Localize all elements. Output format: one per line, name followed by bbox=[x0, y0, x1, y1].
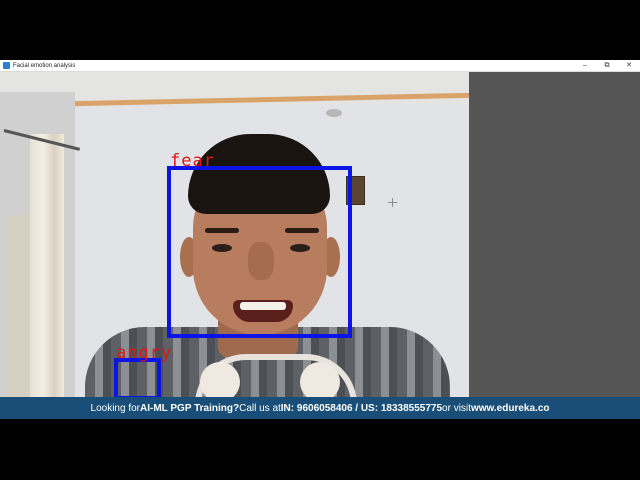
emotion-label: fear bbox=[170, 151, 215, 171]
banner-website-link[interactable]: www.edureka.co bbox=[471, 403, 550, 414]
empty-side-pane bbox=[469, 72, 640, 397]
crosshair-cursor-icon bbox=[388, 198, 397, 207]
app-window: Facial emotion analysis – ⧉ ✕ fear angry bbox=[0, 60, 640, 397]
emotion-label: angry bbox=[116, 343, 173, 363]
banner-phone: IN: 9606058406 / US: 18338555775 bbox=[280, 402, 443, 414]
face-detection-box bbox=[114, 358, 161, 397]
headphone-cup-right bbox=[300, 362, 340, 397]
face-detection-box bbox=[167, 166, 352, 338]
maximize-button[interactable]: ⧉ bbox=[596, 60, 618, 71]
close-button[interactable]: ✕ bbox=[618, 60, 640, 71]
banner-prefix: Looking for bbox=[90, 402, 140, 414]
banner-or-visit: or visit bbox=[442, 402, 471, 414]
banner-call-text: Call us at bbox=[239, 402, 281, 414]
headphone-cup-left bbox=[200, 362, 240, 397]
banner-course: AI-ML PGP Training? bbox=[140, 402, 240, 414]
app-icon bbox=[3, 62, 10, 69]
window-controls: – ⧉ ✕ bbox=[574, 60, 640, 71]
minimize-button[interactable]: – bbox=[574, 60, 596, 71]
title-bar[interactable]: Facial emotion analysis – ⧉ ✕ bbox=[0, 60, 640, 72]
webcam-frame: fear angry bbox=[0, 72, 469, 397]
promo-banner: Looking for AI-ML PGP Training? Call us … bbox=[0, 397, 640, 419]
ceiling-light bbox=[326, 109, 342, 117]
curtain bbox=[30, 134, 64, 397]
window-title: Facial emotion analysis bbox=[13, 62, 76, 69]
